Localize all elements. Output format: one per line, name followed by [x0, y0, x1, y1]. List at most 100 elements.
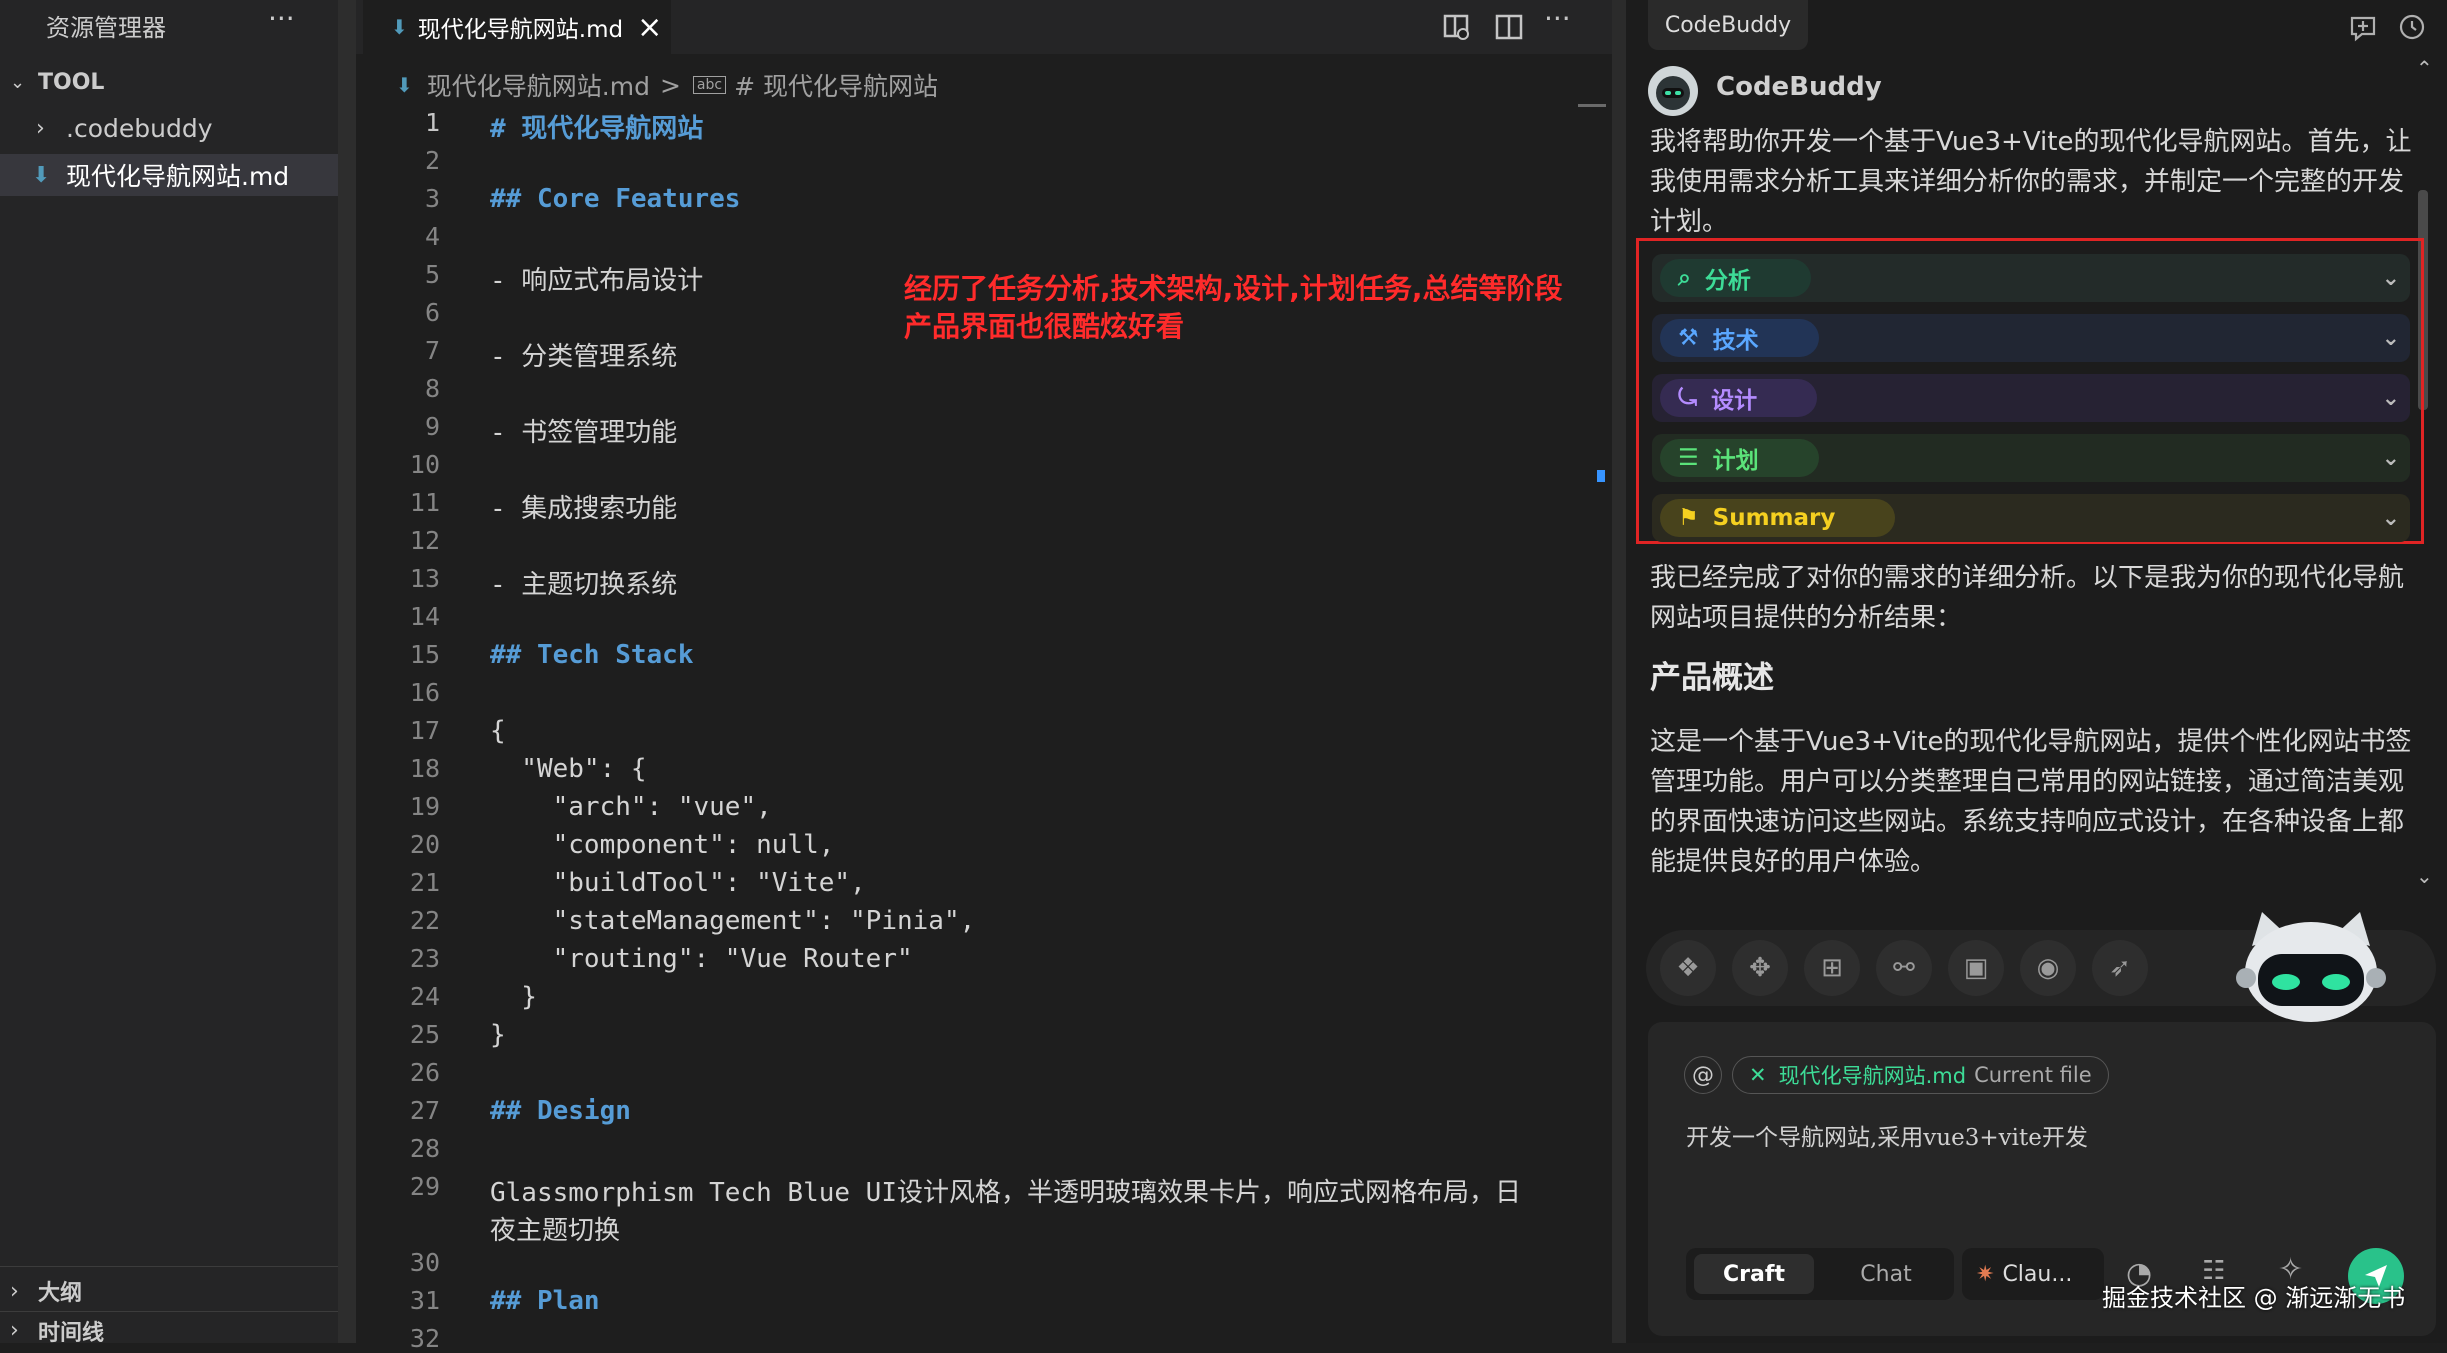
context-file-name: 现代化导航网站.md — [1778, 1064, 1967, 1088]
breadcrumb-symbol[interactable]: # 现代化导航网站 — [734, 67, 938, 103]
annotation-line: 产品界面也很酷炫好看 — [904, 310, 1185, 343]
minimap-slider[interactable] — [1578, 104, 1606, 107]
stage-tech[interactable]: ⚒ 技术 ⌄ — [1652, 314, 2410, 362]
code-line[interactable]: # 现代化导航网站 — [490, 108, 703, 145]
code-line[interactable]: ## Plan — [490, 1286, 600, 1316]
figma-icon[interactable]: ❖ — [1660, 940, 1716, 996]
code-line[interactable]: Glassmorphism Tech Blue UI设计风格，半透明玻璃效果卡片… — [490, 1172, 1521, 1209]
breadcrumb: ⬇ 现代化导航网站.md > abc # 现代化导航网站 — [356, 62, 1612, 108]
model-selector[interactable]: ✷ Clau... — [1962, 1248, 2104, 1300]
rocket-icon[interactable]: ➶ — [2092, 940, 2148, 996]
timeline-section[interactable]: › 时间线 — [0, 1318, 338, 1343]
stage-label: 计划 — [1712, 448, 1759, 474]
codebuddy-tab[interactable]: CodeBuddy — [1648, 0, 1808, 50]
mention-button[interactable]: @ — [1684, 1056, 1722, 1094]
model-label: Clau... — [2002, 1261, 2073, 1287]
line-number: 23 — [409, 944, 440, 973]
code-line[interactable]: - 主题切换系统 — [490, 564, 677, 601]
preview-icon[interactable] — [1440, 10, 1474, 44]
code-line[interactable]: "stateManagement": "Pinia", — [490, 906, 976, 936]
explorer-more-button[interactable]: ··· — [268, 2, 295, 35]
stage-plan[interactable]: ☰ 计划 ⌄ — [1652, 434, 2410, 482]
chevron-down-icon: ⌄ — [2381, 505, 2400, 531]
assistant-message: 我将帮助你开发一个基于Vue3+Vite的现代化导航网站。首先，让 我使用需求分… — [1650, 122, 2411, 242]
chevron-down-icon: ⌄ — [2381, 265, 2400, 291]
code-line[interactable]: } — [490, 982, 537, 1012]
split-editor-icon[interactable] — [1492, 10, 1526, 44]
context-file-chip[interactable]: ✕ 现代化导航网站.md Current file — [1732, 1056, 2109, 1094]
code-line[interactable]: - 分类管理系统 — [490, 336, 677, 373]
close-icon[interactable]: ✕ — [1749, 1063, 1767, 1087]
history-icon[interactable] — [2394, 10, 2428, 44]
line-number: 7 — [424, 336, 440, 365]
code-line[interactable]: } — [490, 1020, 506, 1050]
code-line[interactable]: - 集成搜索功能 — [490, 488, 677, 525]
eye-icon[interactable]: ◉ — [2020, 940, 2076, 996]
component-icon[interactable]: ✥ — [1732, 940, 1788, 996]
mode-chat-tab[interactable]: Chat — [1826, 1254, 1946, 1294]
message-line: 我已经完成了对你的需求的详细分析。以下是我为你的现代化导航 — [1650, 563, 2405, 593]
explorer-root-label: TOOL — [38, 69, 105, 95]
editor-tab-active[interactable]: ⬇ 现代化导航网站.md × — [363, 0, 671, 54]
code-line[interactable]: "buildTool": "Vite", — [490, 868, 866, 898]
code-line[interactable]: { — [490, 716, 506, 746]
tree-item-codebuddy[interactable]: › .codebuddy — [0, 108, 338, 148]
line-number: 9 — [424, 412, 440, 441]
new-chat-icon[interactable] — [2346, 10, 2380, 44]
stage-label: 技术 — [1712, 328, 1759, 354]
blocks-icon[interactable]: ⊞ — [1804, 940, 1860, 996]
stage-label: 分析 — [1704, 268, 1751, 294]
codebuddy-name: CodeBuddy — [1716, 72, 1882, 102]
code-line[interactable]: - 书签管理功能 — [490, 412, 677, 449]
code-line[interactable]: "arch": "vue", — [490, 792, 772, 822]
outline-section[interactable]: › 大纲 — [0, 1276, 338, 1307]
breadcrumb-file[interactable]: 现代化导航网站.md — [427, 67, 650, 103]
code-line[interactable]: ## Design — [490, 1096, 631, 1126]
watermark: 掘金技术社区 @ 渐远渐无书 — [2102, 1284, 2406, 1312]
chevron-down-icon: ⌄ — [10, 71, 26, 93]
mode-craft-tab[interactable]: Craft — [1694, 1254, 1814, 1294]
scroll-up-icon[interactable]: ⌃ — [2416, 56, 2433, 80]
code-line[interactable]: ## Tech Stack — [490, 640, 694, 670]
line-number: 13 — [409, 564, 440, 593]
stage-summary[interactable]: ⚑ Summary ⌄ — [1652, 494, 2410, 542]
explorer-root[interactable]: ⌄ TOOL — [0, 64, 338, 100]
line-number: 26 — [409, 1058, 440, 1087]
line-number: 25 — [409, 1020, 440, 1049]
code-line[interactable]: "component": null, — [490, 830, 835, 860]
code-line[interactable]: ## Core Features — [490, 184, 740, 214]
explorer-section-divider — [0, 1311, 338, 1312]
bookmark-icon: ⚑ — [1678, 505, 1699, 531]
line-number: 6 — [424, 298, 440, 327]
annotation-text: 经历了任务分析,技术架构,设计,计划任务,总结等阶段 产品界面也很酷炫好看 — [904, 270, 1563, 346]
symbol-string-icon: abc — [692, 76, 727, 94]
line-number: 24 — [409, 982, 440, 1011]
editor-more-button[interactable]: ··· — [1544, 2, 1571, 35]
image-icon[interactable]: ▣ — [1948, 940, 2004, 996]
code-line[interactable]: 夜主题切换 — [490, 1210, 620, 1247]
link-icon[interactable]: ⚯ — [1876, 940, 1932, 996]
explorer-panel — [0, 0, 338, 1343]
list-icon: ☰ — [1678, 445, 1699, 471]
code-line[interactable]: - 响应式布局设计 — [490, 260, 703, 297]
line-number: 1 — [424, 108, 440, 137]
panel-divider — [1612, 0, 1626, 1343]
code-line[interactable]: "Web": { — [490, 754, 646, 784]
close-icon[interactable]: × — [637, 10, 662, 45]
editor-tab-label: 现代化导航网站.md — [417, 17, 624, 43]
chat-input-text[interactable]: 开发一个导航网站,采用vue3+vite开发 — [1686, 1118, 2088, 1152]
message-line: 我将帮助你开发一个基于Vue3+Vite的现代化导航网站。首先，让 — [1650, 127, 2412, 157]
line-number: 27 — [409, 1096, 440, 1125]
code-line[interactable]: "routing": "Vue Router" — [490, 944, 913, 974]
stage-design[interactable]: ⤿ 设计 ⌄ — [1652, 374, 2410, 422]
message-line: 的界面快速访问这些网站。系统支持响应式设计，在各种设备上都 — [1650, 807, 2405, 837]
message-line: 计划。 — [1650, 207, 1729, 237]
tools-icon: ⚒ — [1678, 325, 1699, 351]
tree-item-active-file[interactable]: ⬇ 现代化导航网站.md — [0, 154, 338, 196]
scroll-down-icon[interactable]: ⌄ — [2416, 864, 2433, 888]
assistant-result: 我已经完成了对你的需求的详细分析。以下是我为你的现代化导航 网站项目提供的分析结… — [1650, 558, 2404, 638]
explorer-title: 资源管理器 — [46, 14, 166, 42]
stage-analysis[interactable]: ⌕ 分析 ⌄ — [1652, 254, 2410, 302]
tree-item-label: .codebuddy — [66, 113, 213, 143]
result-heading: 产品概述 — [1650, 660, 1774, 696]
